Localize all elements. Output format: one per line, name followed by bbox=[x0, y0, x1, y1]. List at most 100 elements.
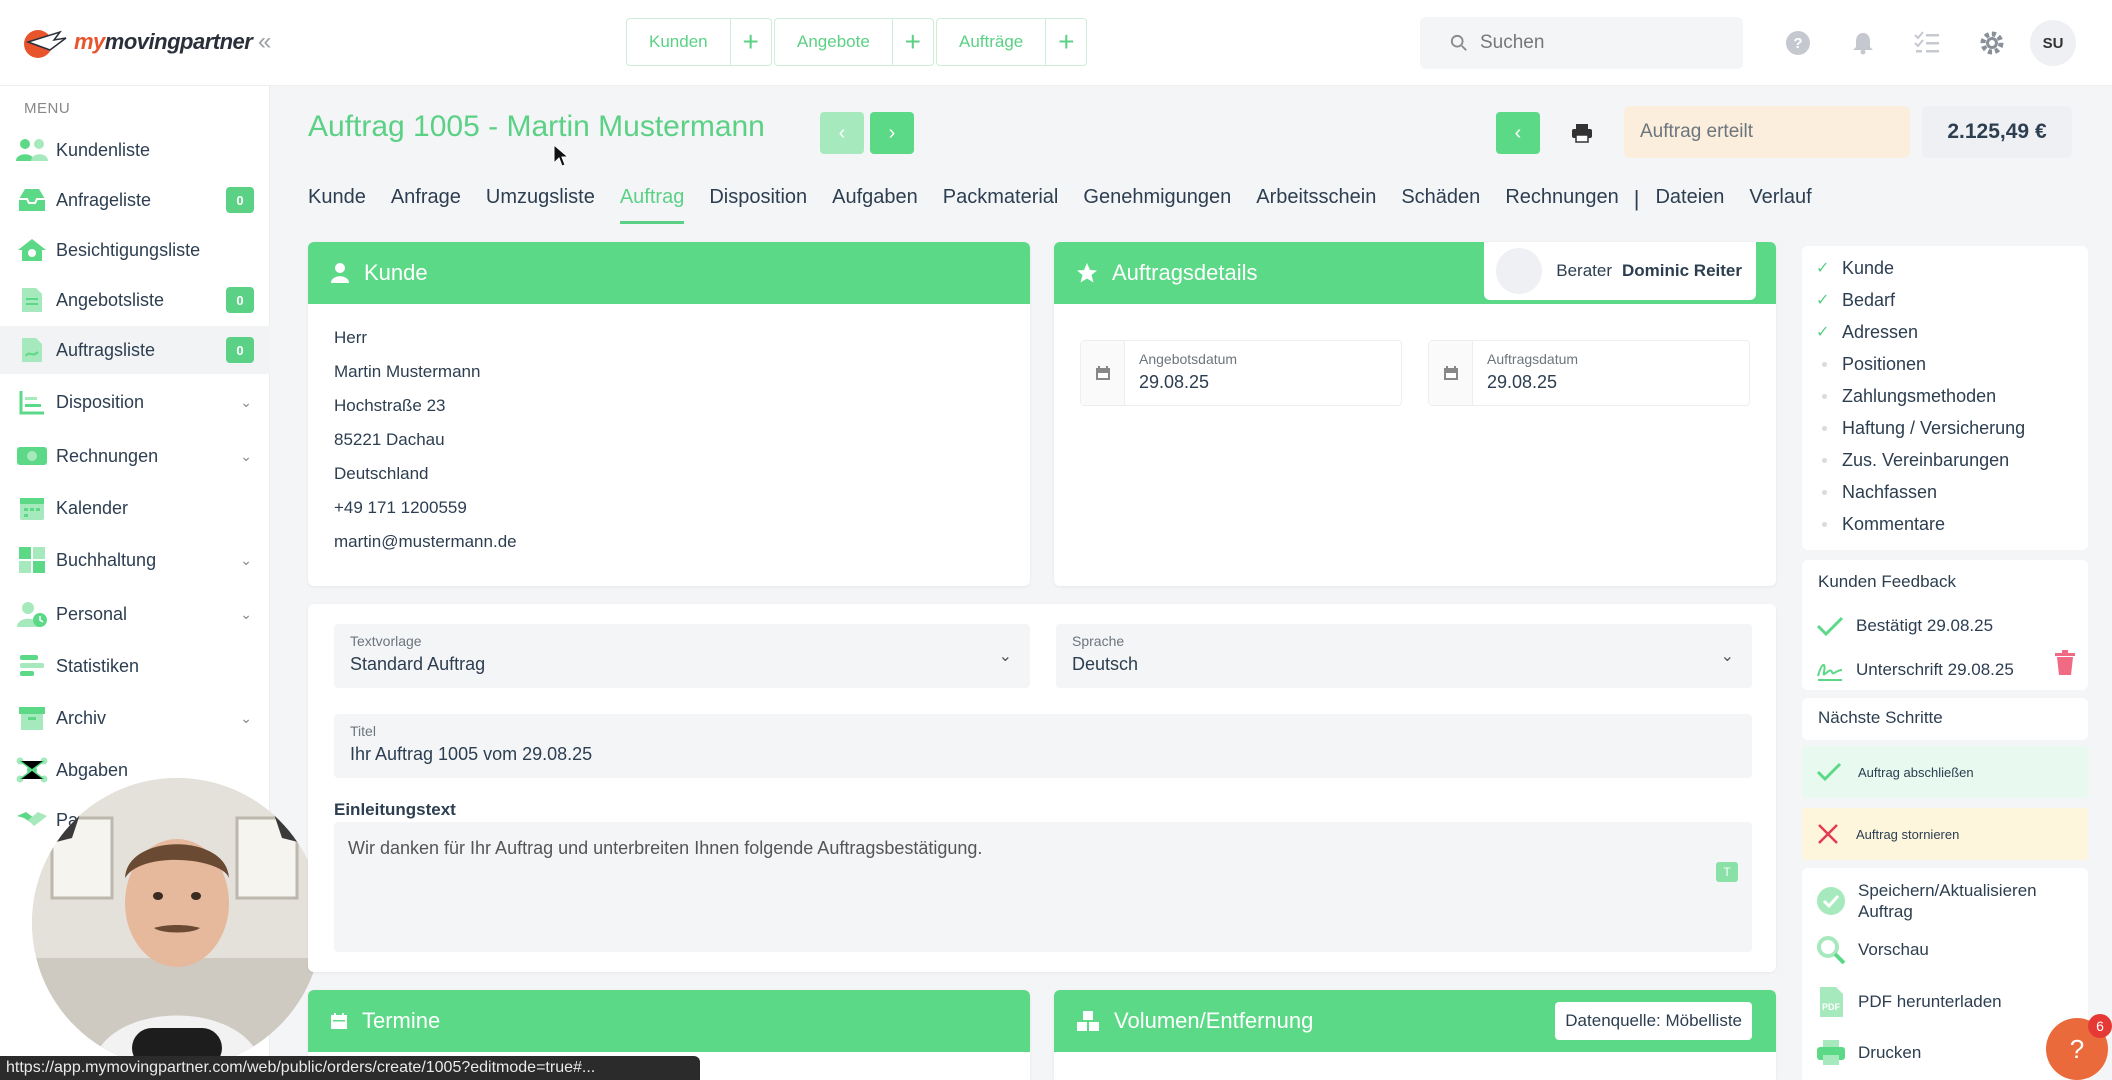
tab-rechnungen[interactable]: Rechnungen bbox=[1505, 186, 1618, 221]
cancel-order-label: Auftrag stornieren bbox=[1856, 826, 1960, 842]
customer-street: Hochstraße 23 bbox=[334, 396, 446, 415]
checklist-item-nachfassen[interactable]: Nachfassen bbox=[1802, 476, 2088, 508]
sidebar-item-label: Kalender bbox=[56, 497, 129, 518]
tab-genehmigungen[interactable]: Genehmigungen bbox=[1083, 186, 1231, 221]
customer-email[interactable]: martin@mustermann.de bbox=[334, 532, 1030, 566]
sidebar-item-rechnungen[interactable]: Rechnungen ⌄ bbox=[0, 432, 270, 480]
tab-aufgaben[interactable]: Aufgaben bbox=[832, 186, 918, 221]
title-input[interactable]: Titel Ihr Auftrag 1005 vom 29.08.25 bbox=[334, 714, 1752, 778]
person-icon bbox=[331, 263, 349, 283]
checklist-item-kommentare[interactable]: Kommentare bbox=[1802, 508, 2088, 540]
data-source-badge[interactable]: Datenquelle: Möbelliste bbox=[1555, 1002, 1752, 1040]
check-icon bbox=[1816, 762, 1842, 782]
checklist-item-positionen[interactable]: Positionen bbox=[1802, 348, 2088, 380]
add-kunde-icon[interactable]: + bbox=[731, 19, 771, 65]
tab-dateien[interactable]: Dateien bbox=[1655, 186, 1724, 221]
gear-icon[interactable] bbox=[1977, 28, 2007, 58]
tab-divider: | bbox=[1633, 186, 1640, 211]
intro-text-value: Wir danken für Ihr Auftrag und unterbrei… bbox=[348, 838, 983, 858]
tab-auftrag[interactable]: Auftrag bbox=[619, 186, 685, 224]
print-order-button[interactable]: Drucken bbox=[1802, 1028, 2088, 1078]
sidebar-item-label: Anfrageliste bbox=[56, 189, 152, 210]
back-button[interactable]: ‹ bbox=[1496, 112, 1540, 154]
checklist-item-kunde[interactable]: ✓ Kunde bbox=[1802, 252, 2088, 284]
quick-auftraege-button[interactable]: Aufträge bbox=[937, 19, 1047, 65]
add-auftrag-icon[interactable]: + bbox=[1046, 19, 1086, 65]
trash-icon[interactable] bbox=[2054, 650, 2076, 676]
volume-title: Volumen/Entfernung bbox=[1114, 1008, 1314, 1033]
sidebar-item-besichtigungsliste[interactable]: Besichtigungsliste bbox=[0, 226, 270, 274]
advisor-badge[interactable]: Berater Dominic Reiter bbox=[1484, 242, 1756, 300]
language-select[interactable]: Sprache Deutsch ⌄ bbox=[1056, 624, 1752, 688]
sidebar-item-buchhaltung[interactable]: Buchhaltung ⌄ bbox=[0, 536, 270, 584]
sidebar-item-archiv[interactable]: Archiv ⌄ bbox=[0, 694, 270, 742]
banknote-icon bbox=[14, 441, 50, 471]
task-list-icon[interactable] bbox=[1912, 28, 1942, 58]
quick-kunden-button[interactable]: Kunden bbox=[627, 19, 731, 65]
sidebar-item-angebotsliste[interactable]: Angebotsliste 0 bbox=[0, 276, 270, 324]
sidebar-item-kalender[interactable]: Kalender bbox=[0, 484, 270, 532]
sidebar-item-label: Abgaben bbox=[56, 759, 129, 780]
tab-kunde[interactable]: Kunde bbox=[308, 186, 366, 221]
text-template-button[interactable]: T bbox=[1716, 862, 1738, 882]
checklist-label: Nachfassen bbox=[1842, 481, 1938, 502]
customer-salutation: Herr bbox=[334, 328, 368, 347]
customers-icon bbox=[14, 135, 50, 165]
user-avatar[interactable]: SU bbox=[2030, 20, 2076, 66]
pdf-download-button[interactable]: PDF PDF herunterladen bbox=[1802, 976, 2088, 1028]
save-order-button[interactable]: Speichern/Aktualisieren Auftrag bbox=[1802, 878, 2088, 924]
calendar-icon bbox=[1429, 341, 1473, 405]
customer-feedback-panel: Kunden Feedback Bestätigt 29.08.25 Unter… bbox=[1802, 560, 2088, 690]
tab-verlauf[interactable]: Verlauf bbox=[1749, 186, 1811, 221]
order-date-value: 29.08.25 bbox=[1487, 372, 1558, 392]
checklist-item-vereinbarungen[interactable]: Zus. Vereinbarungen bbox=[1802, 444, 2088, 476]
collapse-sidebar-icon[interactable]: « bbox=[258, 28, 271, 56]
checklist-item-zahlungsmethoden[interactable]: Zahlungsmethoden bbox=[1802, 380, 2088, 412]
tab-disposition[interactable]: Disposition bbox=[709, 186, 807, 221]
customer-phone[interactable]: +49 171 1200559 bbox=[334, 498, 1030, 532]
next-order-button[interactable]: › bbox=[870, 112, 914, 154]
app-logo[interactable]: mymovingpartner bbox=[20, 22, 253, 62]
print-button[interactable] bbox=[1560, 112, 1604, 154]
tab-anfrage[interactable]: Anfrage bbox=[391, 186, 461, 221]
search-input[interactable]: Suchen bbox=[1420, 17, 1743, 69]
pending-dot-icon bbox=[1816, 361, 1842, 367]
add-angebot-icon[interactable]: + bbox=[893, 19, 933, 65]
svg-text:?: ? bbox=[1793, 35, 1802, 52]
bell-icon[interactable] bbox=[1848, 28, 1878, 58]
tab-packmaterial[interactable]: Packmaterial bbox=[943, 186, 1059, 221]
feedback-signature[interactable]: Unterschrift 29.08.25 bbox=[1802, 648, 2088, 692]
pending-dot-icon bbox=[1816, 489, 1842, 495]
tab-arbeitsschein[interactable]: Arbeitsschein bbox=[1256, 186, 1376, 221]
checklist-item-bedarf[interactable]: ✓ Bedarf bbox=[1802, 284, 2088, 316]
preview-button[interactable]: Vorschau bbox=[1802, 924, 2088, 976]
sidebar-item-label: Buchhaltung bbox=[56, 549, 157, 570]
offer-date-field[interactable]: Angebotsdatum 29.08.25 bbox=[1080, 340, 1402, 406]
help-icon[interactable]: ? bbox=[1783, 28, 1813, 58]
tab-schaeden[interactable]: Schäden bbox=[1401, 186, 1480, 221]
language-value: Deutsch bbox=[1072, 654, 1139, 674]
chevron-down-icon: ⌄ bbox=[240, 605, 252, 622]
cancel-order-button[interactable]: Auftrag stornieren bbox=[1802, 808, 2088, 860]
confirmed-text: Bestätigt 29.08.25 bbox=[1856, 616, 1994, 635]
quick-angebote: Angebote + bbox=[774, 18, 934, 66]
previous-order-button[interactable]: ‹ bbox=[820, 112, 864, 154]
order-status-badge[interactable]: Auftrag erteilt bbox=[1624, 106, 1910, 158]
complete-order-button[interactable]: Auftrag abschließen bbox=[1802, 746, 2088, 798]
sidebar-item-kundenliste[interactable]: Kundenliste bbox=[0, 126, 270, 174]
signature-text: Unterschrift 29.08.25 bbox=[1856, 660, 2014, 679]
quick-angebote-button[interactable]: Angebote bbox=[775, 19, 893, 65]
sidebar-item-auftragsliste[interactable]: Auftragsliste 0 bbox=[0, 326, 270, 374]
document-icon bbox=[14, 285, 50, 315]
sidebar-item-disposition[interactable]: Disposition ⌄ bbox=[0, 378, 270, 426]
checklist-item-haftung[interactable]: Haftung / Versicherung bbox=[1802, 412, 2088, 444]
checklist-item-adressen[interactable]: ✓ Adressen bbox=[1802, 316, 2088, 348]
sidebar-item-statistiken[interactable]: Statistiken bbox=[0, 642, 270, 690]
intro-textarea[interactable]: Wir danken für Ihr Auftrag und unterbrei… bbox=[334, 822, 1752, 952]
template-select[interactable]: Textvorlage Standard Auftrag ⌄ bbox=[334, 624, 1030, 688]
tab-umzugsliste[interactable]: Umzugsliste bbox=[486, 186, 595, 221]
sidebar-item-personal[interactable]: Personal ⌄ bbox=[0, 590, 270, 638]
sidebar-item-anfrageliste[interactable]: Anfrageliste 0 bbox=[0, 176, 270, 224]
house-icon bbox=[14, 235, 50, 265]
order-date-field[interactable]: Auftragsdatum 29.08.25 bbox=[1428, 340, 1750, 406]
